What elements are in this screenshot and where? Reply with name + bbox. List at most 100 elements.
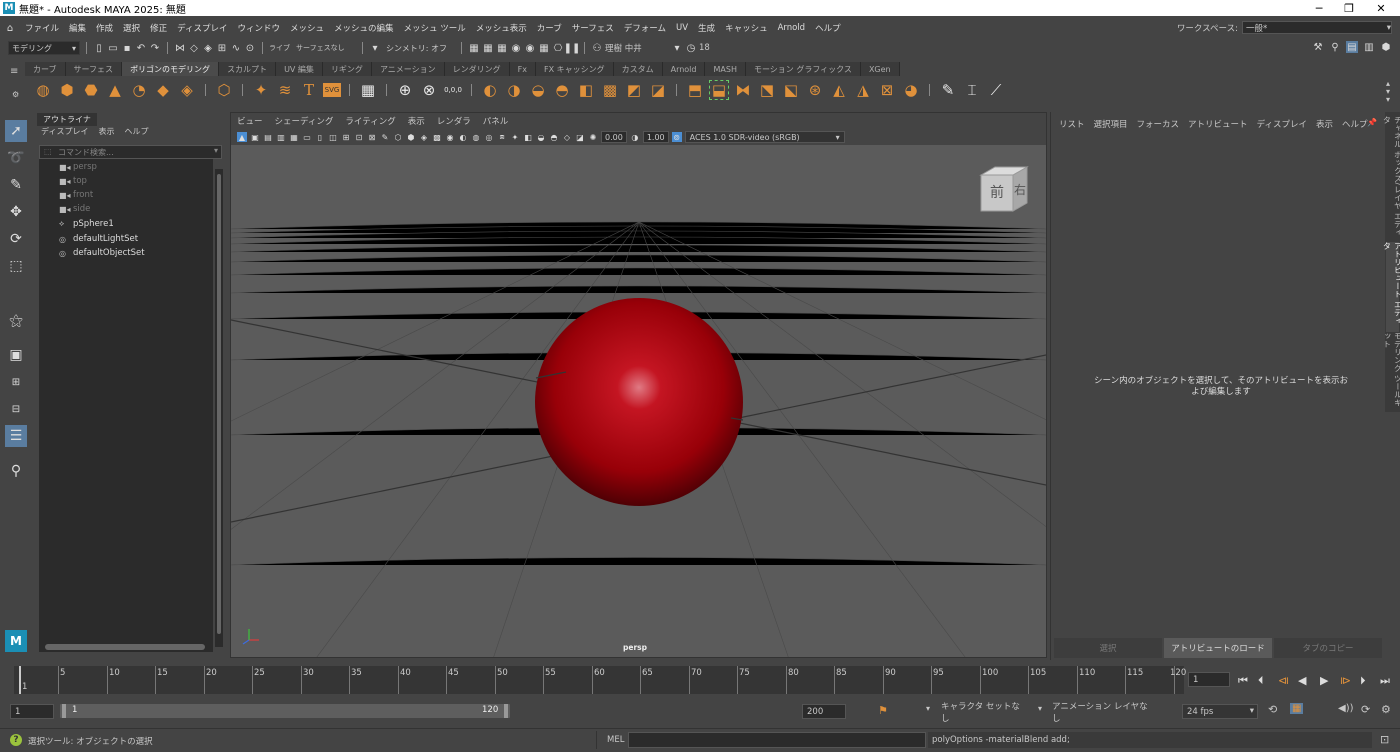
svg-icon[interactable]: SVG bbox=[323, 83, 341, 97]
chevron-down-icon[interactable]: ▾ bbox=[926, 704, 930, 713]
poly-sphere-icon[interactable]: ◍ bbox=[33, 80, 53, 100]
hypershade-icon[interactable]: ◉ bbox=[510, 42, 522, 54]
select-object-icon[interactable]: ◇ bbox=[188, 42, 200, 54]
menu-edit[interactable]: 編集 bbox=[64, 22, 91, 34]
tool-settings-icon[interactable]: ⬢ bbox=[1380, 41, 1392, 53]
clock-icon[interactable]: ◷ bbox=[685, 42, 697, 54]
workspace-dropdown[interactable]: 一般* ▾ bbox=[1242, 21, 1392, 34]
gate-mask-icon[interactable]: ◫ bbox=[328, 132, 338, 142]
field-chart-icon[interactable]: ⊞ bbox=[341, 132, 351, 142]
step-back-frame-icon[interactable]: ⧏ bbox=[1278, 674, 1289, 687]
select-tool-icon[interactable]: ➚ bbox=[5, 120, 27, 142]
animation-start-field[interactable]: 1 bbox=[10, 704, 54, 719]
list-item[interactable]: ■◂ persp bbox=[59, 160, 97, 174]
character-set-dropdown[interactable]: キャラクタ セットなし bbox=[937, 702, 1027, 724]
viewport-menu-renderer[interactable]: レンダラ bbox=[437, 115, 471, 127]
settings-icon[interactable]: ⚙ bbox=[1381, 703, 1391, 716]
view-cube-front-label[interactable]: 前 bbox=[990, 184, 1004, 201]
shelf-tab-poly-modeling[interactable]: ポリゴンのモデリング bbox=[122, 62, 220, 76]
maximize-button[interactable]: ❐ bbox=[1334, 0, 1364, 16]
live-surface-value[interactable]: サーフェスなし bbox=[296, 43, 356, 53]
scrollbar-thumb[interactable] bbox=[217, 174, 221, 634]
poly-cube-icon[interactable]: ⬢ bbox=[57, 80, 77, 100]
range-start-handle[interactable] bbox=[62, 704, 66, 718]
notification-count[interactable]: 18 bbox=[699, 43, 710, 53]
viewport-menu-shading[interactable]: シェーディング bbox=[275, 115, 334, 127]
render-view-icon[interactable]: ◉ bbox=[524, 42, 536, 54]
list-item[interactable]: ■◂ side bbox=[59, 202, 90, 216]
arnold-render-icon[interactable]: ▦ bbox=[538, 42, 550, 54]
chevron-down-icon[interactable]: ▾ bbox=[369, 42, 381, 54]
list-item[interactable]: ◎ defaultObjectSet bbox=[59, 246, 145, 260]
fps-dropdown[interactable]: 24 fps ▾ bbox=[1182, 704, 1258, 719]
new-scene-icon[interactable]: ▯ bbox=[93, 42, 105, 54]
channel-box-toggle-icon[interactable]: ▥ bbox=[1363, 41, 1375, 53]
menu-help[interactable]: ヘルプ bbox=[810, 22, 846, 34]
shelf-tab-rendering[interactable]: レンダリング bbox=[445, 62, 510, 76]
ambient-occlusion-icon[interactable]: ◍ bbox=[471, 132, 481, 142]
shelf-tab-fx[interactable]: Fx bbox=[510, 62, 536, 76]
shelf-tab-surfaces[interactable]: サーフェス bbox=[66, 62, 123, 76]
house-icon[interactable]: ⌂ bbox=[4, 22, 16, 34]
range-end-handle[interactable] bbox=[504, 704, 508, 718]
gamma-icon[interactable]: ◑ bbox=[630, 132, 640, 142]
menu-generate[interactable]: 生成 bbox=[693, 22, 720, 34]
anti-aliasing-icon[interactable]: ⧈ bbox=[497, 132, 507, 142]
undo-icon[interactable]: ↶ bbox=[135, 42, 147, 54]
loop-icon[interactable]: ⟲ bbox=[1268, 703, 1277, 716]
use-all-lights-icon[interactable]: ◉ bbox=[445, 132, 455, 142]
chevron-down-icon[interactable]: ▾ bbox=[671, 42, 683, 54]
calculator-icon[interactable]: ▦ bbox=[358, 80, 378, 100]
outliner-layout-icon[interactable]: ☰ bbox=[5, 425, 27, 447]
list-item[interactable]: ■◂ front bbox=[59, 188, 93, 202]
quad-draw-icon[interactable]: ⊠ bbox=[877, 80, 897, 100]
viewport-menu-view[interactable]: ビュー bbox=[237, 115, 263, 127]
ae-menu-display[interactable]: ディスプレイ bbox=[1257, 118, 1307, 130]
command-input[interactable] bbox=[628, 732, 926, 748]
pen-icon[interactable]: ✎ bbox=[938, 80, 958, 100]
ae-menu-list[interactable]: リスト bbox=[1059, 118, 1085, 130]
textured-icon[interactable]: ▩ bbox=[432, 132, 442, 142]
menu-display[interactable]: ディスプレイ bbox=[172, 22, 232, 34]
menu-cache[interactable]: キャッシュ bbox=[720, 22, 773, 34]
type-icon[interactable]: T bbox=[299, 80, 319, 100]
modeling-toolkit-toggle-icon[interactable]: ⚒ bbox=[1312, 41, 1324, 53]
shelf-tab-animation[interactable]: アニメーション bbox=[372, 62, 445, 76]
copy-tab-button[interactable]: タブのコピー bbox=[1274, 638, 1382, 658]
select-button[interactable]: 選択 bbox=[1054, 638, 1162, 658]
smooth-shade-icon[interactable]: ⬢ bbox=[406, 132, 416, 142]
list-item[interactable]: ◎ defaultLightSet bbox=[59, 232, 138, 246]
shelf-tab-xgen[interactable]: XGen bbox=[861, 62, 900, 76]
snap-point-icon[interactable]: ⊙ bbox=[244, 42, 256, 54]
color-management-icon[interactable]: ⊚ bbox=[671, 132, 682, 142]
script-language-toggle[interactable]: MEL bbox=[607, 735, 624, 745]
shelf-tab-mash[interactable]: MASH bbox=[705, 62, 746, 76]
animation-end-field[interactable]: 200 bbox=[802, 704, 846, 719]
render-settings-icon[interactable]: ▦ bbox=[496, 42, 508, 54]
symmetry-dropdown[interactable]: シンメトリ: オフ bbox=[383, 41, 455, 55]
step-forward-frame-icon[interactable]: ⧐ bbox=[1340, 674, 1351, 687]
time-slider-track[interactable]: 1 5 10 15 20 25 30 35 40 45 50 55 60 65 … bbox=[14, 666, 1186, 694]
lasso-tool-icon[interactable]: ➰ bbox=[5, 147, 27, 169]
shadows-icon[interactable]: ◐ bbox=[458, 132, 468, 142]
outliner-tab[interactable]: アウトライナ bbox=[37, 113, 97, 126]
move-tool-icon[interactable]: ✥ bbox=[5, 201, 27, 223]
character-controls-icon[interactable]: ⚲ bbox=[1329, 41, 1341, 53]
go-to-end-icon[interactable]: ⏭ bbox=[1380, 674, 1390, 688]
depth-of-field-icon[interactable]: ✦ bbox=[510, 132, 520, 142]
outliner-menu-display[interactable]: ディスプレイ bbox=[41, 126, 88, 137]
exposure-icon[interactable]: ✺ bbox=[588, 132, 598, 142]
search-icon[interactable]: ⚲ bbox=[5, 460, 27, 482]
grid-icon[interactable]: ▦ bbox=[289, 132, 299, 142]
safe-action-icon[interactable]: ⊡ bbox=[354, 132, 364, 142]
wireframe-on-shaded-icon[interactable]: ◈ bbox=[419, 132, 429, 142]
merge-icon[interactable]: ◮ bbox=[853, 80, 873, 100]
rotate-tool-icon[interactable]: ⟳ bbox=[5, 228, 27, 250]
safe-title-icon[interactable]: ⊠ bbox=[367, 132, 377, 142]
snap-grid-icon[interactable]: ⊞ bbox=[216, 42, 228, 54]
animation-preferences-icon[interactable]: ⟳ bbox=[1361, 703, 1370, 716]
outliner-menu-help[interactable]: ヘルプ bbox=[124, 126, 148, 137]
script-editor-icon[interactable]: ⊡ bbox=[1380, 733, 1389, 746]
play-backward-icon[interactable]: ◀ bbox=[1298, 674, 1306, 687]
shelf-tab-rigging[interactable]: リギング bbox=[323, 62, 372, 76]
